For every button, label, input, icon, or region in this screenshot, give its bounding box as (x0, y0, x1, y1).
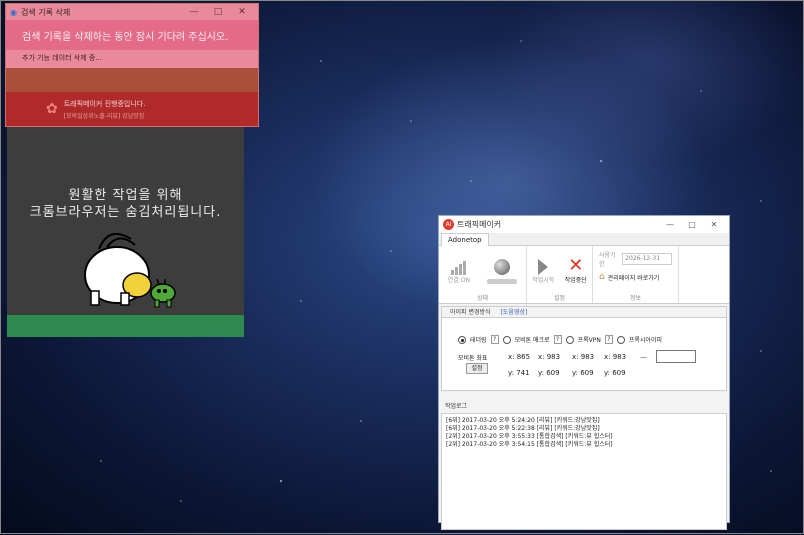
delete-message: 검색 기록을 삭제하는 동안 잠시 기다려 주십시오. (6, 20, 258, 50)
radio-tethering[interactable] (458, 335, 466, 344)
help-button[interactable]: ? (604, 335, 613, 344)
tm-maximize-button[interactable]: □ (681, 220, 703, 229)
group-settings-label: 설정 (553, 295, 566, 302)
tm-minimize-button[interactable]: — (659, 220, 681, 229)
help-button[interactable]: ? (553, 335, 562, 344)
tab-adonetop[interactable]: Adonetop (441, 233, 489, 246)
delete-dialog-title: 검색 기록 삭제 (20, 7, 71, 17)
start-button[interactable]: 작업시작 (532, 255, 554, 284)
coord-x: x: 983 (572, 353, 595, 361)
stop-x-icon: ✕ (568, 255, 584, 276)
group-info-label: 정보 (629, 295, 642, 302)
signal-icon (450, 255, 467, 275)
tm-title: 트래픽메이커 (457, 220, 502, 229)
log-entry: [2위] 2017-03-20 오후 3:55:33 [통합검색] [키워드:뷰… (446, 433, 613, 440)
log-entry: [6위] 2017-03-20 오후 5:24:20 [리뷰] [키워드:강남맛… (446, 417, 600, 424)
option-label: 테더링 (470, 337, 487, 344)
spinner-icon: ✿ (46, 101, 58, 117)
coord-y: y: 609 (538, 369, 560, 377)
trafficmaker-window: AI 트래픽메이커 — □ ✕ Adonetop 연결:ON 상태 작업시작 ✕… (438, 215, 730, 530)
expiry-label: 사용기한 (599, 252, 616, 268)
help-button[interactable]: ? (490, 335, 499, 344)
home-icon: ⌂ (599, 272, 605, 282)
expiry-row: 사용기한 2026-12-31 (599, 250, 672, 268)
admin-page-link[interactable]: ⌂ 관리페이지 바로가기 (599, 272, 672, 282)
coord-label: 모비톤 좌표 (458, 355, 488, 362)
coord-x: x: 983 (538, 353, 561, 361)
subtab-help-video[interactable]: [도움영상] (501, 307, 528, 317)
work-log[interactable]: [6위] 2017-03-20 오후 5:24:20 [리뷰] [키워드:강남맛… (441, 413, 727, 530)
coord-y: y: 609 (604, 369, 626, 377)
ip-method-options: 테더링 ? 모비톤 매크로 ? 프록VPN ? 프록시아이피 (458, 335, 662, 344)
notice-line1: 원활한 작업을 위해 (68, 188, 183, 203)
log-entry: [6위] 2017-03-20 오후 5:22:38 [리뷰] [키워드:강남맛… (446, 425, 600, 432)
app-logo-icon: AI (443, 219, 454, 230)
radio-proxy-vpn[interactable] (565, 335, 574, 344)
coord-x: x: 983 (604, 353, 627, 361)
log-entry: [2위] 2017-03-20 오후 3:54:15 [통합검색] [키워드:뷰… (446, 441, 613, 448)
subtab-ip-change[interactable]: 아이피 변경방식 (450, 307, 491, 317)
notice-footer-bar (7, 315, 244, 337)
globe-icon (494, 259, 511, 275)
coord-x: x: 865 (508, 353, 531, 361)
notice-text: 원활한 작업을 위해 크롬브라우저는 숨김처리됩니다. (7, 187, 244, 221)
delete-subtext: 추가 기능 데이터 삭제 중... (22, 54, 102, 62)
ribbon-group-status: 연결:ON 상태 (439, 246, 527, 303)
admin-label: 관리페이지 바로가기 (607, 274, 660, 282)
expiry-field: 2026-12-31 (622, 253, 672, 265)
ie-icon: ◉ (10, 7, 17, 17)
notice-line2: 크롬브라우저는 숨김처리됩니다. (29, 205, 222, 220)
minimize-button[interactable]: — (182, 7, 206, 17)
delete-dialog-titlebar: ◉ 검색 기록 삭제 — □ ✕ (6, 4, 258, 20)
busy-line2: [모바일상위노출-리뷰] 강남맛집 (63, 112, 145, 120)
coord-dash: — (640, 353, 647, 361)
ip-settings-panel: 아이피 변경방식 [도움영상] 테더링 ? 모비톤 매크로 ? 프록VPN ? … (441, 306, 727, 391)
set-coords-button[interactable]: 설정 (466, 363, 488, 374)
option-label: 프록VPN (577, 337, 601, 344)
ribbon-group-info: 사용기한 2026-12-31 ⌂ 관리페이지 바로가기 정보 (593, 246, 679, 303)
option-label: 모비톤 매크로 (514, 337, 550, 344)
tm-close-button[interactable]: ✕ (703, 220, 725, 229)
log-label: 작업로그 (445, 403, 468, 410)
mascot-illustration (84, 232, 176, 308)
play-icon (538, 259, 549, 275)
delete-history-dialog: ◉ 검색 기록 삭제 — □ ✕ 검색 기록을 삭제하는 동안 잠시 기다려 주… (5, 3, 259, 127)
coord-input[interactable] (656, 350, 696, 363)
connect-label: 연결:ON (447, 277, 470, 284)
progress-area (6, 68, 258, 92)
tm-tabbar: Adonetop (439, 233, 729, 246)
ribbon: 연결:ON 상태 작업시작 ✕ 작업중단 설정 사용기한 2026-12-31 … (439, 246, 729, 304)
ip-status (487, 255, 518, 284)
radio-mobiton-macro[interactable] (502, 335, 511, 344)
ip-address-masked (487, 279, 518, 284)
connection-status: 연결:ON (448, 255, 470, 284)
tm-titlebar: AI 트래픽메이커 — □ ✕ (439, 216, 729, 233)
chrome-hidden-notice: 원활한 작업을 위해 크롬브라우저는 숨김처리됩니다. (7, 127, 244, 337)
stop-button[interactable]: ✕ 작업중단 (564, 255, 587, 285)
start-label: 작업시작 (532, 277, 555, 284)
busy-line1: 트래픽메이커 진행중입니다. (63, 99, 146, 108)
coord-y: y: 741 (508, 369, 530, 377)
ribbon-group-settings: 작업시작 ✕ 작업중단 설정 (527, 246, 593, 303)
busy-banner: ✿ 트래픽메이커 진행중입니다. [모바일상위노출-리뷰] 강남맛집 (6, 92, 258, 126)
stop-label: 작업중단 (564, 277, 587, 284)
close-button[interactable]: ✕ (230, 7, 254, 17)
option-label: 프록시아이피 (628, 337, 662, 344)
subtab-bar: 아이피 변경방식 [도움영상] (442, 307, 726, 318)
group-status-label: 상태 (476, 295, 489, 302)
coord-y: y: 609 (572, 369, 594, 377)
maximize-button[interactable]: □ (206, 7, 230, 17)
radio-proxy-ip[interactable] (616, 335, 625, 344)
